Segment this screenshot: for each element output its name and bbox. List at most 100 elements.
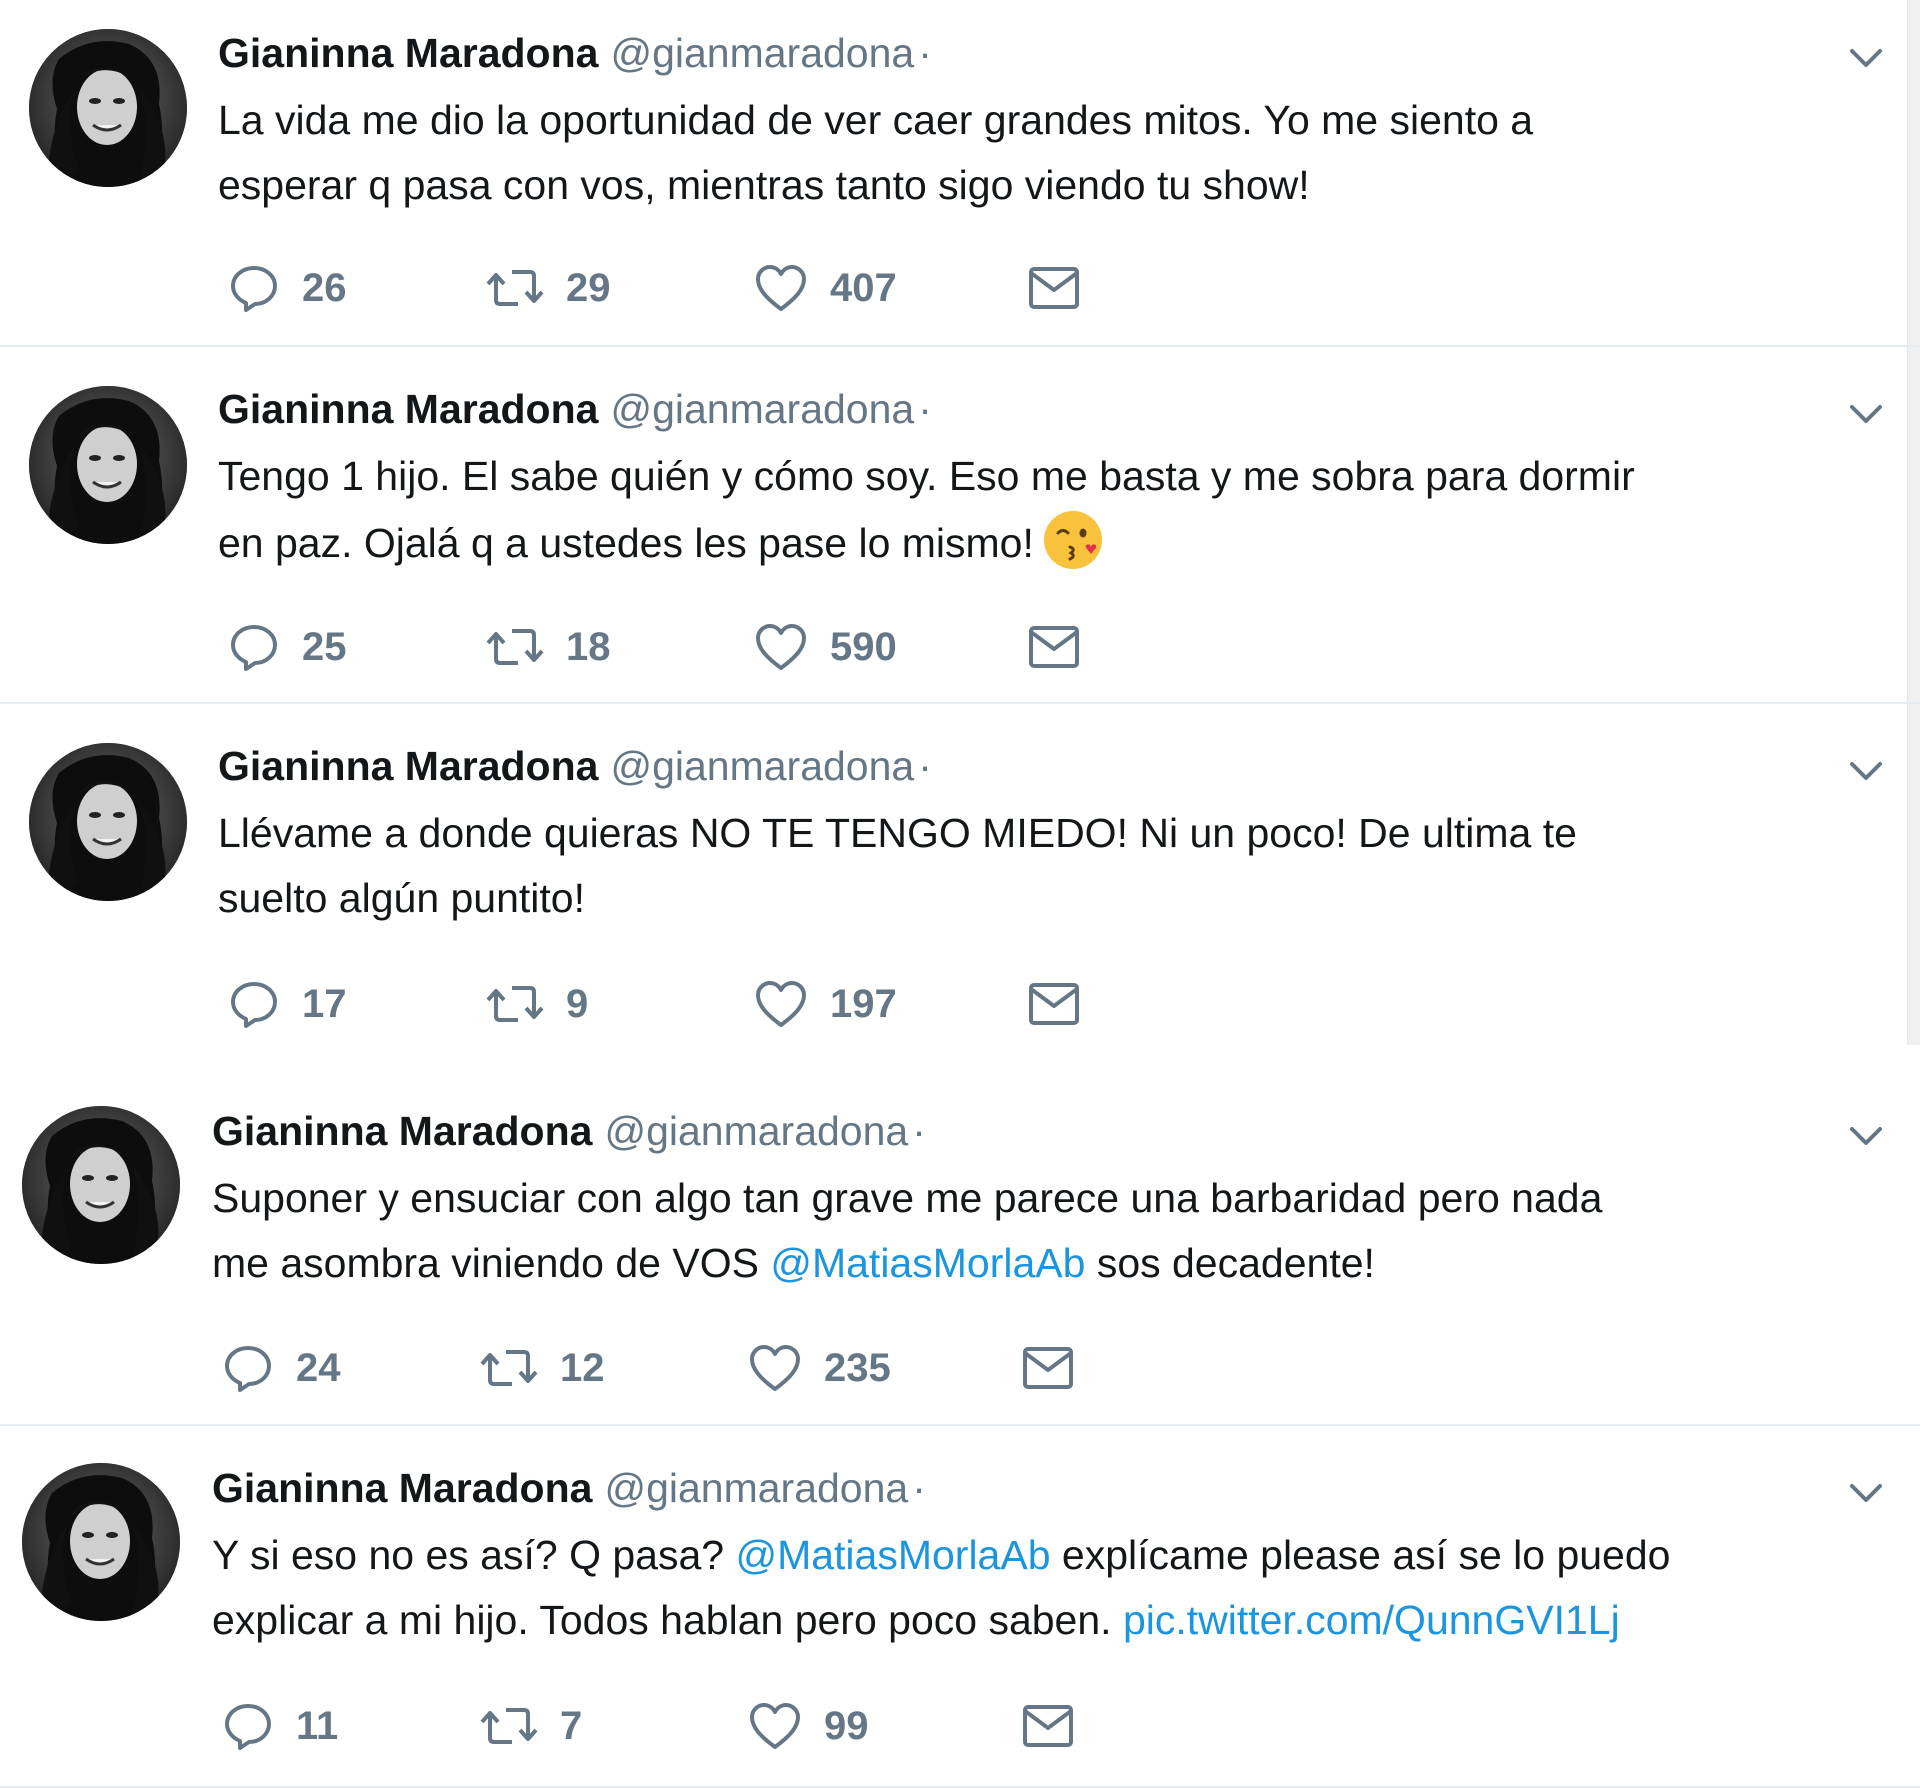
tweet-header: Gianinna Maradona @gianmaradona·: [212, 1463, 926, 1513]
like-button[interactable]: 407: [754, 258, 897, 318]
tweet-text-line: explicar a mi hijo. Todos hablan pero po…: [212, 1588, 1832, 1653]
like-count: 197: [830, 981, 897, 1026]
avatar[interactable]: [29, 29, 187, 187]
like-count: 407: [830, 265, 897, 310]
more-options-chevron-down-icon[interactable]: [1844, 1114, 1888, 1158]
like-button[interactable]: 197: [754, 974, 897, 1034]
text-segment: sos decadente!: [1085, 1240, 1375, 1286]
retweet-icon: [480, 1342, 538, 1394]
reply-button[interactable]: 25: [228, 617, 347, 677]
direct-message-button[interactable]: [1022, 1696, 1074, 1756]
text-segment: Y si eso no es así? Q pasa?: [212, 1532, 736, 1578]
reply-icon: [228, 978, 280, 1030]
tweet[interactable]: Gianinna Maradona @gianmaradona· Llévame …: [0, 704, 1920, 1061]
pic-link[interactable]: pic.twitter.com/QunnGVI1Lj: [1123, 1597, 1620, 1643]
tweet[interactable]: Gianinna Maradona @gianmaradona· Y si eso…: [0, 1426, 1920, 1788]
separator-dot: ·: [918, 386, 932, 432]
retweet-button[interactable]: 18: [486, 617, 611, 677]
direct-message-button[interactable]: [1022, 1338, 1074, 1398]
tweet-text-line: me asombra viniendo de VOS @MatiasMorlaA…: [212, 1231, 1832, 1296]
avatar[interactable]: [22, 1463, 180, 1621]
tweet-text-line: La vida me dio la oportunidad de ver cae…: [218, 88, 1838, 153]
retweet-icon: [486, 978, 544, 1030]
tweet[interactable]: Gianinna Maradona @gianmaradona· Suponer …: [0, 1061, 1920, 1426]
retweet-icon: [486, 262, 544, 314]
retweet-count: 12: [560, 1345, 605, 1390]
tweet-header: Gianinna Maradona @gianmaradona·: [212, 1106, 926, 1156]
direct-message-button[interactable]: [1028, 974, 1080, 1034]
envelope-icon: [1022, 1345, 1074, 1391]
retweet-icon: [480, 1700, 538, 1752]
tweet-text-line: Tengo 1 hijo. El sabe quién y cómo soy. …: [218, 444, 1838, 509]
avatar[interactable]: [29, 386, 187, 544]
tweet-text-line: Suponer y ensuciar con algo tan grave me…: [212, 1166, 1832, 1231]
like-button[interactable]: 590: [754, 617, 897, 677]
reply-icon: [228, 262, 280, 314]
author-handle[interactable]: @gianmaradona: [610, 30, 914, 76]
separator-dot: ·: [918, 30, 932, 76]
more-options-chevron-down-icon[interactable]: [1844, 1471, 1888, 1515]
author-name[interactable]: Gianinna Maradona: [218, 743, 598, 789]
separator-dot: ·: [912, 1108, 926, 1154]
heart-icon: [748, 1700, 802, 1752]
tweet-text-line: Llévame a donde quieras NO TE TENGO MIED…: [218, 801, 1838, 866]
reply-icon: [222, 1700, 274, 1752]
tweet-text: Tengo 1 hijo. El sabe quién y cómo soy. …: [218, 444, 1838, 576]
heart-icon: [754, 262, 808, 314]
retweet-button[interactable]: 7: [480, 1696, 582, 1756]
text-segment: Llévame a donde quieras NO TE TENGO MIED…: [218, 810, 1577, 856]
reply-icon: [228, 621, 280, 673]
tweet-header: Gianinna Maradona @gianmaradona·: [218, 28, 932, 78]
retweet-button[interactable]: 29: [486, 258, 611, 318]
reply-button[interactable]: 17: [228, 974, 347, 1034]
avatar[interactable]: [22, 1106, 180, 1264]
tweet-text-line: Y si eso no es así? Q pasa? @MatiasMorla…: [212, 1523, 1832, 1588]
like-count: 590: [830, 624, 897, 669]
direct-message-button[interactable]: [1028, 617, 1080, 677]
like-button[interactable]: 99: [748, 1696, 869, 1756]
reply-button[interactable]: 11: [222, 1696, 338, 1756]
separator-dot: ·: [912, 1465, 926, 1511]
tweet-text: Suponer y ensuciar con algo tan grave me…: [212, 1166, 1832, 1296]
text-segment: Tengo 1 hijo. El sabe quién y cómo soy. …: [218, 453, 1635, 499]
direct-message-button[interactable]: [1028, 258, 1080, 318]
reply-button[interactable]: 24: [222, 1338, 341, 1398]
tweet-text: La vida me dio la oportunidad de ver cae…: [218, 88, 1838, 218]
mention-link[interactable]: @MatiasMorlaAb: [735, 1532, 1050, 1578]
reply-count: 26: [302, 265, 347, 310]
more-options-chevron-down-icon[interactable]: [1844, 392, 1888, 436]
like-button[interactable]: 235: [748, 1338, 891, 1398]
retweet-button[interactable]: 9: [486, 974, 588, 1034]
mention-link[interactable]: @MatiasMorlaAb: [770, 1240, 1085, 1286]
author-handle[interactable]: @gianmaradona: [604, 1108, 908, 1154]
retweet-count: 18: [566, 624, 611, 669]
separator-dot: ·: [918, 743, 932, 789]
more-options-chevron-down-icon[interactable]: [1844, 749, 1888, 793]
heart-icon: [748, 1342, 802, 1394]
tweet-text-line: suelto algún puntito!: [218, 866, 1838, 931]
like-count: 99: [824, 1703, 869, 1748]
author-handle[interactable]: @gianmaradona: [610, 386, 914, 432]
tweet-text-line: en paz. Ojalá q a ustedes les pase lo mi…: [218, 509, 1838, 576]
envelope-icon: [1028, 265, 1080, 311]
tweet[interactable]: Gianinna Maradona @gianmaradona· Tengo 1 …: [0, 347, 1920, 704]
retweet-button[interactable]: 12: [480, 1338, 605, 1398]
tweet[interactable]: Gianinna Maradona @gianmaradona· La vida …: [0, 0, 1920, 347]
author-name[interactable]: Gianinna Maradona: [212, 1108, 592, 1154]
reply-count: 25: [302, 624, 347, 669]
avatar[interactable]: [29, 743, 187, 901]
author-name[interactable]: Gianinna Maradona: [218, 386, 598, 432]
more-options-chevron-down-icon[interactable]: [1844, 36, 1888, 80]
retweet-icon: [486, 621, 544, 673]
author-name[interactable]: Gianinna Maradona: [218, 30, 598, 76]
reply-button[interactable]: 26: [228, 258, 347, 318]
like-count: 235: [824, 1345, 891, 1390]
envelope-icon: [1028, 624, 1080, 670]
author-handle[interactable]: @gianmaradona: [604, 1465, 908, 1511]
reply-count: 24: [296, 1345, 341, 1390]
author-handle[interactable]: @gianmaradona: [610, 743, 914, 789]
kissing-face-emoji: [1043, 511, 1102, 569]
author-name[interactable]: Gianinna Maradona: [212, 1465, 592, 1511]
retweet-count: 29: [566, 265, 611, 310]
text-segment: Suponer y ensuciar con algo tan grave me…: [212, 1175, 1603, 1221]
